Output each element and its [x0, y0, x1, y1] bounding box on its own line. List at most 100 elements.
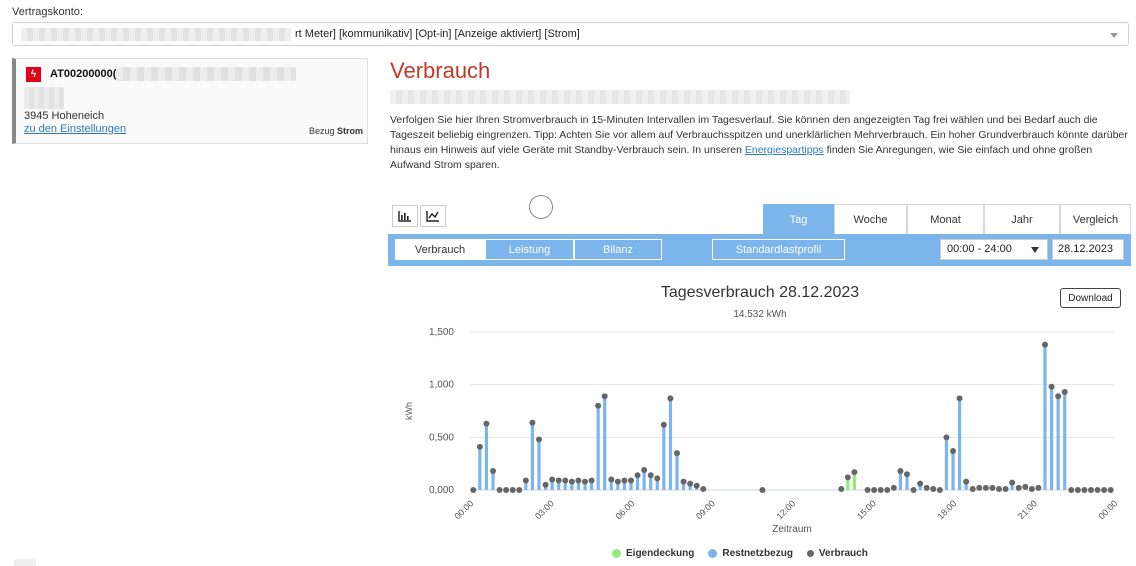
segment-bilanz[interactable]: Bilanz [574, 239, 662, 260]
consumption-point [522, 477, 529, 484]
consumption-bar [530, 422, 535, 490]
consumption-bar [1049, 386, 1054, 490]
consumption-point [687, 480, 694, 487]
consumption-point [660, 421, 667, 428]
tab-jahr[interactable]: Jahr [984, 204, 1060, 234]
consumption-bar [537, 439, 541, 490]
consumption-point [549, 476, 556, 483]
consumption-point [542, 481, 549, 488]
y-axis-title: kWh [404, 402, 414, 420]
legend-item-eigendeckung[interactable]: Eigendeckung [612, 548, 694, 559]
page-subtitle-redacted [390, 90, 850, 104]
tab-monat[interactable]: Monat [907, 204, 984, 234]
x-tick-label: 15:00 [855, 498, 878, 521]
segment-verbrauch[interactable]: Verbrauch [395, 239, 485, 260]
consumption-point [963, 478, 970, 485]
consumption-point [674, 450, 680, 457]
corner-widget[interactable] [14, 559, 36, 566]
consumption-point [634, 472, 641, 479]
bar-chart-button[interactable] [392, 205, 418, 227]
consumption-point [608, 476, 615, 483]
consumption-point [621, 477, 628, 484]
y-tick-label: 0,500 [429, 432, 454, 443]
energiespartipps-link[interactable]: Energiespartipps [745, 144, 824, 156]
consumption-bar [662, 424, 666, 490]
x-tick-label: 18:00 [935, 498, 958, 521]
tab-tag[interactable]: Tag [763, 204, 834, 234]
consumption-point [555, 477, 562, 484]
consumption-point [871, 487, 878, 493]
x-tick-label: 21:00 [1016, 498, 1039, 521]
consumption-point [470, 487, 477, 493]
line-chart-button[interactable] [420, 205, 446, 227]
consumption-point [601, 393, 608, 400]
consumption-point [1009, 479, 1016, 486]
bezug-label: Bezug Strom [309, 126, 363, 136]
consumption-point [568, 478, 575, 485]
consumption-bar [1043, 344, 1047, 490]
bar-chart-icon [398, 211, 411, 222]
consumption-point [1081, 487, 1088, 493]
consumption-point [950, 448, 956, 455]
consumption-point [496, 487, 503, 493]
legend-dot-verbrauch [806, 550, 814, 557]
consumption-point [956, 395, 963, 402]
consumption-point [864, 487, 871, 493]
legend-item-restnetzbezug[interactable]: Restnetzbezug [708, 548, 793, 559]
consumption-point [490, 468, 496, 475]
consumption-point [1101, 487, 1108, 493]
consumption-point [516, 487, 523, 493]
consumption-point [759, 487, 766, 493]
consumption-point [1107, 487, 1114, 493]
date-input[interactable]: 28.12.2023 [1052, 239, 1124, 260]
consumption-point [575, 477, 582, 484]
time-range-select[interactable]: 00:00 - 24:00 [940, 239, 1048, 260]
chart-title: Tagesverbrauch 28.12.2023 [660, 284, 860, 301]
x-tick-label: 12:00 [774, 498, 797, 521]
segment-leistung[interactable]: Leistung [485, 239, 574, 260]
legend-item-verbrauch[interactable]: Verbrauch [806, 548, 868, 559]
consumption-point [844, 474, 851, 481]
download-button[interactable]: Download [1060, 288, 1121, 308]
period-tabs: Tag Woche Monat Jahr Vergleich [763, 204, 1131, 234]
legend-label-verbrauch: Verbrauch [818, 548, 868, 559]
consumption-point [996, 485, 1002, 492]
tab-woche[interactable]: Woche [834, 204, 907, 234]
meter-redacted-address [24, 87, 64, 109]
consumption-point [1055, 393, 1062, 400]
consumption-point [904, 471, 910, 478]
legend-label-eigendeckung: Eigendeckung [626, 548, 695, 559]
consumption-point [628, 477, 634, 484]
consumption-point [923, 484, 930, 491]
consumption-bar [1056, 396, 1060, 490]
consumption-point [680, 478, 687, 485]
legend-label-restnetzbezug: Restnetzbezug [722, 548, 793, 559]
account-label: Vertragskonto: [12, 6, 83, 18]
consumption-point [884, 487, 891, 493]
consumption-point [943, 434, 950, 441]
consumption-point [969, 485, 976, 492]
consumption-point [476, 443, 483, 450]
tab-vergleich[interactable]: Vergleich [1060, 204, 1131, 234]
meter-redacted-name [116, 67, 296, 81]
standardlastprofil-button[interactable]: Standardlastprofil [712, 239, 845, 260]
account-select[interactable]: rt Meter] [kommunikativ] [Opt-in] [Anzei… [12, 22, 1129, 46]
bezug-prefix: Bezug [308, 126, 335, 136]
settings-link[interactable]: zu den Einstellungen [24, 123, 126, 135]
chevron-down-icon [1031, 247, 1039, 253]
consumption-point [976, 484, 983, 491]
consumption-point [700, 485, 707, 492]
consumption-point [529, 419, 536, 426]
consumption-point [483, 420, 490, 427]
consumption-point [667, 395, 674, 402]
x-tick-label: 03:00 [533, 498, 556, 521]
consumption-point [877, 487, 884, 493]
consumption-point [1048, 383, 1055, 390]
consumption-point [647, 472, 654, 479]
consumption-bar [668, 398, 673, 490]
meter-card[interactable]: ϟ AT00200000( 3945 Hoheneich zu den Eins… [12, 58, 368, 144]
meter-id: AT00200000( [50, 68, 117, 80]
electricity-bolt-icon: ϟ [26, 67, 41, 82]
consumption-point [503, 487, 510, 493]
y-tick-label: 0,000 [429, 485, 454, 496]
